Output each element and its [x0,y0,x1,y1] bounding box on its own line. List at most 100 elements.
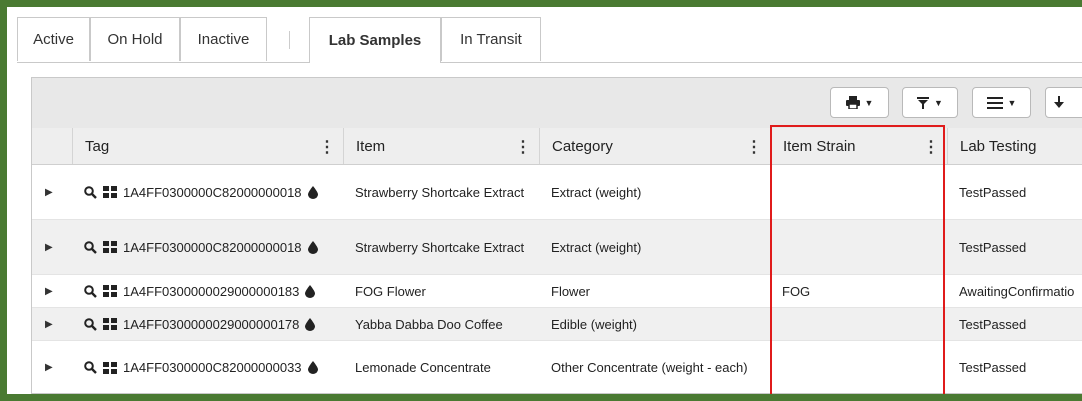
lab-testing-cell: AwaitingConfirmatio [947,275,1082,307]
column-header-item-strain[interactable]: Item Strain ⋮ [770,128,947,164]
category-value: Flower [551,283,591,299]
water-drop-icon [307,240,318,254]
expand-arrow-icon[interactable]: ▶ [45,220,53,274]
column-header-item[interactable]: Item ⋮ [343,128,539,164]
filter-icon [917,96,930,109]
water-drop-icon [305,284,316,298]
columns-button[interactable]: ▼ [972,87,1031,118]
expand-arrow-icon[interactable]: ▶ [45,341,53,393]
category-value: Other Concentrate (weight - each) [551,360,748,375]
tab-bar: Active On Hold Inactive Lab Samples In T… [17,17,1082,63]
tag-cell: 1A4FF0300000029000000178 [72,308,343,340]
column-menu-icon[interactable]: ⋮ [746,137,762,157]
chevron-down-icon: ▼ [1007,97,1017,108]
tag-value: 1A4FF0300000029000000178 [123,316,300,332]
list-icon [986,96,1003,109]
column-title: Lab Testing [960,137,1037,155]
expand-arrow-icon[interactable]: ▶ [45,165,53,219]
lab-testing-value: TestPassed [959,316,1027,332]
lab-testing-value: TestPassed [959,239,1027,255]
tag-cell: 1A4FF0300000C82000000033 [72,341,343,393]
category-value: Extract (weight) [551,239,642,255]
barcode-icon[interactable] [103,241,117,253]
water-drop-icon [305,317,316,331]
tab-separator [289,31,290,49]
lab-testing-value: AwaitingConfirmatio [959,283,1075,299]
expand-arrow-icon[interactable]: ▶ [45,308,53,340]
app-frame: Active On Hold Inactive Lab Samples In T… [7,7,1082,394]
grid-header: Tag ⋮ Item ⋮ Category ⋮ Item Strain ⋮ La… [32,128,1082,165]
printer-icon [845,96,860,109]
column-menu-icon[interactable]: ⋮ [923,137,939,157]
download-button[interactable] [1045,87,1082,118]
barcode-icon[interactable] [103,318,117,330]
tag-cell: 1A4FF0300000C82000000018 [72,165,343,219]
download-icon [1054,96,1064,109]
table-row[interactable]: ▶ 1A4FF0300000C82000000018 Strawberry Sh… [32,220,1082,275]
item-value: Strawberry Shortcake Extract [355,184,525,200]
item-strain-cell [770,341,947,393]
search-icon[interactable] [84,361,97,374]
barcode-icon[interactable] [103,285,117,297]
category-cell: Extract (weight) [539,220,770,274]
filter-button[interactable]: ▼ [902,87,958,118]
item-value: Lemonade Concentrate [355,360,491,375]
lab-samples-grid: ▼ ▼ ▼ Tag ⋮ Item ⋮ Category ⋮ Item Strai… [31,77,1082,394]
item-value: Yabba Dabba Doo Coffee [355,316,503,332]
tag-value: 1A4FF0300000029000000183 [123,283,300,299]
column-header-category[interactable]: Category ⋮ [539,128,770,164]
tab-active[interactable]: Active [17,17,90,61]
water-drop-icon [307,361,318,374]
tab-label: On Hold [107,31,163,48]
table-row[interactable]: ▶ 1A4FF0300000029000000178 Yabba Dabba D… [32,308,1082,341]
item-strain-cell [770,308,947,340]
tab-label: Active [33,31,74,48]
tag-cell: 1A4FF0300000029000000183 [72,275,343,307]
column-menu-icon[interactable]: ⋮ [515,137,531,157]
category-value: Extract (weight) [551,184,642,200]
tab-label: Inactive [197,31,250,48]
column-title: Item [356,137,386,155]
tab-label: In Transit [460,31,522,48]
barcode-icon[interactable] [103,361,117,374]
tag-cell: 1A4FF0300000C82000000018 [72,220,343,274]
item-strain-cell [770,165,947,219]
print-button[interactable]: ▼ [830,87,889,118]
tab-label: Lab Samples [328,32,422,49]
search-icon[interactable] [84,185,97,199]
table-row[interactable]: ▶ 1A4FF0300000029000000183 FOG Flower Fl… [32,275,1082,308]
lab-testing-cell: TestPassed [947,165,1082,219]
item-cell: Strawberry Shortcake Extract [343,165,539,219]
search-icon[interactable] [84,284,97,298]
column-header-lab-testing[interactable]: Lab Testing [947,128,1082,164]
column-header-tag[interactable]: Tag ⋮ [72,128,343,164]
search-icon[interactable] [84,317,97,331]
tab-in-transit[interactable]: In Transit [441,17,541,61]
tag-value: 1A4FF0300000C82000000018 [123,184,302,200]
search-icon[interactable] [84,240,97,254]
chevron-down-icon: ▼ [934,97,943,108]
column-menu-icon[interactable]: ⋮ [319,137,335,157]
item-value: Strawberry Shortcake Extract [355,239,525,255]
item-cell: FOG Flower [343,275,539,307]
item-strain-value: FOG [782,283,811,299]
lab-testing-value: TestPassed [959,184,1027,200]
category-cell: Flower [539,275,770,307]
column-title: Tag [85,137,110,155]
item-strain-cell: FOG [770,275,947,307]
item-cell: Lemonade Concentrate [343,341,539,393]
category-cell: Extract (weight) [539,165,770,219]
lab-testing-cell: TestPassed [947,341,1082,393]
item-strain-cell [770,220,947,274]
barcode-icon[interactable] [103,186,117,198]
tab-on-hold[interactable]: On Hold [90,17,180,61]
column-title: Item Strain [783,137,856,155]
grid-toolbar: ▼ ▼ ▼ [32,78,1082,129]
tab-inactive[interactable]: Inactive [180,17,267,61]
column-title: Category [552,137,613,155]
expand-arrow-icon[interactable]: ▶ [45,275,53,307]
table-row[interactable]: ▶ 1A4FF0300000C82000000033 Lemonade Conc… [32,341,1082,393]
tab-lab-samples[interactable]: Lab Samples [309,17,441,63]
table-row[interactable]: ▶ 1A4FF0300000C82000000018 Strawberry Sh… [32,165,1082,220]
item-cell: Strawberry Shortcake Extract [343,220,539,274]
